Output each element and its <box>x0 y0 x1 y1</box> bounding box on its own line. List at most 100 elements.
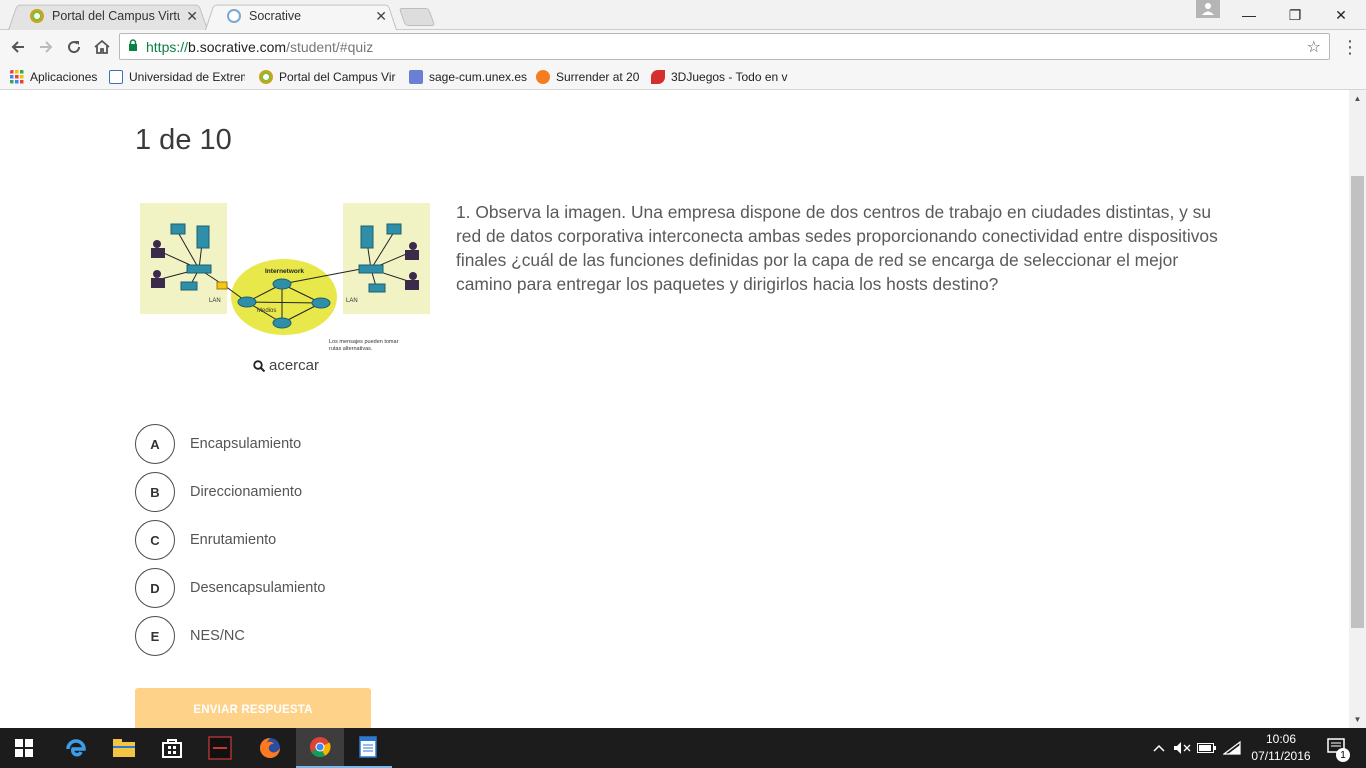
close-tab-icon[interactable]: ✕ <box>186 8 198 25</box>
action-center-button[interactable]: 1 <box>1318 728 1358 768</box>
bookmark-label: Surrender at 20 <box>556 70 640 84</box>
bookmark-label: sage-cum.unex.es <box>429 70 528 84</box>
wifi-button[interactable] <box>1222 728 1242 768</box>
taskbar-file-explorer[interactable] <box>100 728 148 768</box>
taskbar-store[interactable] <box>148 728 196 768</box>
person-icon <box>1202 3 1214 15</box>
notification-count-badge: 1 <box>1336 748 1350 762</box>
reload-icon <box>68 41 81 54</box>
address-bar[interactable]: https://b.socrative.com/student/#quiz ☆ <box>119 33 1330 60</box>
zoom-link[interactable]: acercar <box>253 357 319 374</box>
folder-icon <box>113 739 135 757</box>
answer-letter-badge: B <box>135 472 175 512</box>
bookmark-aplicaciones[interactable]: Aplicaciones <box>10 68 105 86</box>
answer-option-b[interactable]: B Direccionamiento <box>135 472 302 512</box>
windows-taskbar: 10:06 07/11/2016 1 <box>0 728 1366 768</box>
sage-icon <box>409 70 423 84</box>
tab-title: Socrative <box>249 9 302 23</box>
answer-letter-badge: E <box>135 616 175 656</box>
profile-button[interactable] <box>1196 0 1220 18</box>
forward-button[interactable] <box>34 35 58 59</box>
chevron-up-icon <box>1153 744 1165 752</box>
surrender-icon <box>536 70 550 84</box>
taskbar-notepad[interactable] <box>344 728 392 768</box>
answer-text: Desencapsulamiento <box>190 580 326 596</box>
clock-time: 10:06 <box>1265 732 1297 746</box>
bookmark-label: Aplicaciones <box>30 70 98 84</box>
taskbar-firefox[interactable] <box>246 728 294 768</box>
battery-icon <box>1197 743 1216 753</box>
reload-button[interactable] <box>62 35 86 59</box>
windows-logo-icon <box>15 739 33 757</box>
network-diagram-image[interactable]: Internetwork LAN LAN Medios Los mensajes… <box>139 202 431 356</box>
lan-right-label: LAN <box>346 298 358 304</box>
answer-letter-badge: D <box>135 568 175 608</box>
wifi-icon <box>1223 741 1241 755</box>
back-arrow-icon <box>11 41 24 53</box>
restore-button[interactable]: ❐ <box>1272 0 1318 30</box>
close-tab-icon[interactable]: ✕ <box>375 8 387 25</box>
volume-button[interactable] <box>1172 728 1192 768</box>
magnifier-icon <box>253 359 265 372</box>
bookmark-3djuegos[interactable]: 3DJuegos - Todo en v <box>651 68 788 86</box>
bookmark-label: Universidad de Extrem <box>129 70 245 84</box>
answer-letter-badge: A <box>135 424 175 464</box>
new-tab-button[interactable] <box>398 8 436 26</box>
answer-option-c[interactable]: C Enrutamiento <box>135 520 276 560</box>
zoom-label: acercar <box>269 357 320 374</box>
store-bag-icon <box>162 739 182 758</box>
document-icon <box>359 736 377 758</box>
url-path: /student/#quiz <box>286 38 374 55</box>
scroll-down-arrow-icon[interactable]: ▼ <box>1349 711 1366 728</box>
home-icon <box>94 39 110 54</box>
url-host: b.socrative.com <box>188 38 287 55</box>
bookmark-universidad[interactable]: Universidad de Extrem <box>109 68 245 86</box>
taskbar-edge[interactable] <box>52 728 100 768</box>
scroll-up-arrow-icon[interactable]: ▲ <box>1349 90 1366 107</box>
submit-answer-button[interactable]: ENVIAR RESPUESTA <box>135 688 371 728</box>
bookmarks-bar: Aplicaciones Universidad de Extrem Porta… <box>0 63 1366 90</box>
url-scheme: https:// <box>146 38 189 55</box>
medios-label: Medios <box>257 308 276 314</box>
answer-text: Enrutamiento <box>190 532 277 548</box>
back-button[interactable] <box>6 35 30 59</box>
question-text: 1. Observa la imagen. Una empresa dispon… <box>456 202 1218 294</box>
browser-tabstrip: Portal del Campus Virtua ✕ Socrative ✕ —… <box>0 0 1366 30</box>
battery-button[interactable] <box>1196 728 1218 768</box>
taskbar-chrome[interactable] <box>296 728 344 768</box>
bookmark-surrender[interactable]: Surrender at 20 <box>536 68 646 86</box>
lock-icon <box>128 39 138 54</box>
tab-portal-campus[interactable]: Portal del Campus Virtua ✕ <box>8 2 208 30</box>
answer-option-e[interactable]: E NES/NC <box>135 616 245 656</box>
quiz-page: 1 de 10 Internetwork LAN LAN Medios Los … <box>0 90 1366 728</box>
taskbar-clock[interactable]: 10:06 07/11/2016 <box>1246 731 1316 765</box>
asus-app-icon <box>208 736 232 760</box>
taskbar-asus-app[interactable] <box>196 728 244 768</box>
answer-option-a[interactable]: A Encapsulamiento <box>135 424 301 464</box>
question-counter: 1 de 10 <box>135 124 232 156</box>
minimize-button[interactable]: — <box>1226 0 1272 30</box>
answer-letter-badge: C <box>135 520 175 560</box>
bookmark-label: 3DJuegos - Todo en v <box>671 70 788 84</box>
firefox-icon <box>260 738 280 758</box>
show-hidden-icons-button[interactable] <box>1150 728 1168 768</box>
tab-socrative[interactable]: Socrative ✕ <box>205 2 397 30</box>
start-button[interactable] <box>0 728 48 768</box>
home-button[interactable] <box>90 35 114 59</box>
figure-caption-line2: rutas alternativas. <box>329 346 373 352</box>
bookmark-sage[interactable]: sage-cum.unex.es <box>409 68 529 86</box>
campus-favicon-icon <box>30 9 44 23</box>
bookmark-star-icon[interactable]: ☆ <box>1307 37 1321 57</box>
answer-option-d[interactable]: D Desencapsulamiento <box>135 568 325 608</box>
campus-icon <box>259 70 273 84</box>
bookmark-label: Portal del Campus Vir <box>279 70 396 84</box>
chrome-icon <box>310 737 331 758</box>
close-window-button[interactable]: ✕ <box>1318 0 1364 30</box>
chrome-menu-button[interactable]: ⋮ <box>1340 35 1360 59</box>
scroll-thumb[interactable] <box>1351 176 1364 628</box>
edge-icon <box>66 739 86 757</box>
clock-date: 07/11/2016 <box>1251 749 1311 763</box>
bookmark-portal-campus[interactable]: Portal del Campus Vir <box>259 68 396 86</box>
page-scrollbar[interactable]: ▲ ▼ <box>1349 90 1366 728</box>
lan-left-label: LAN <box>209 298 221 304</box>
